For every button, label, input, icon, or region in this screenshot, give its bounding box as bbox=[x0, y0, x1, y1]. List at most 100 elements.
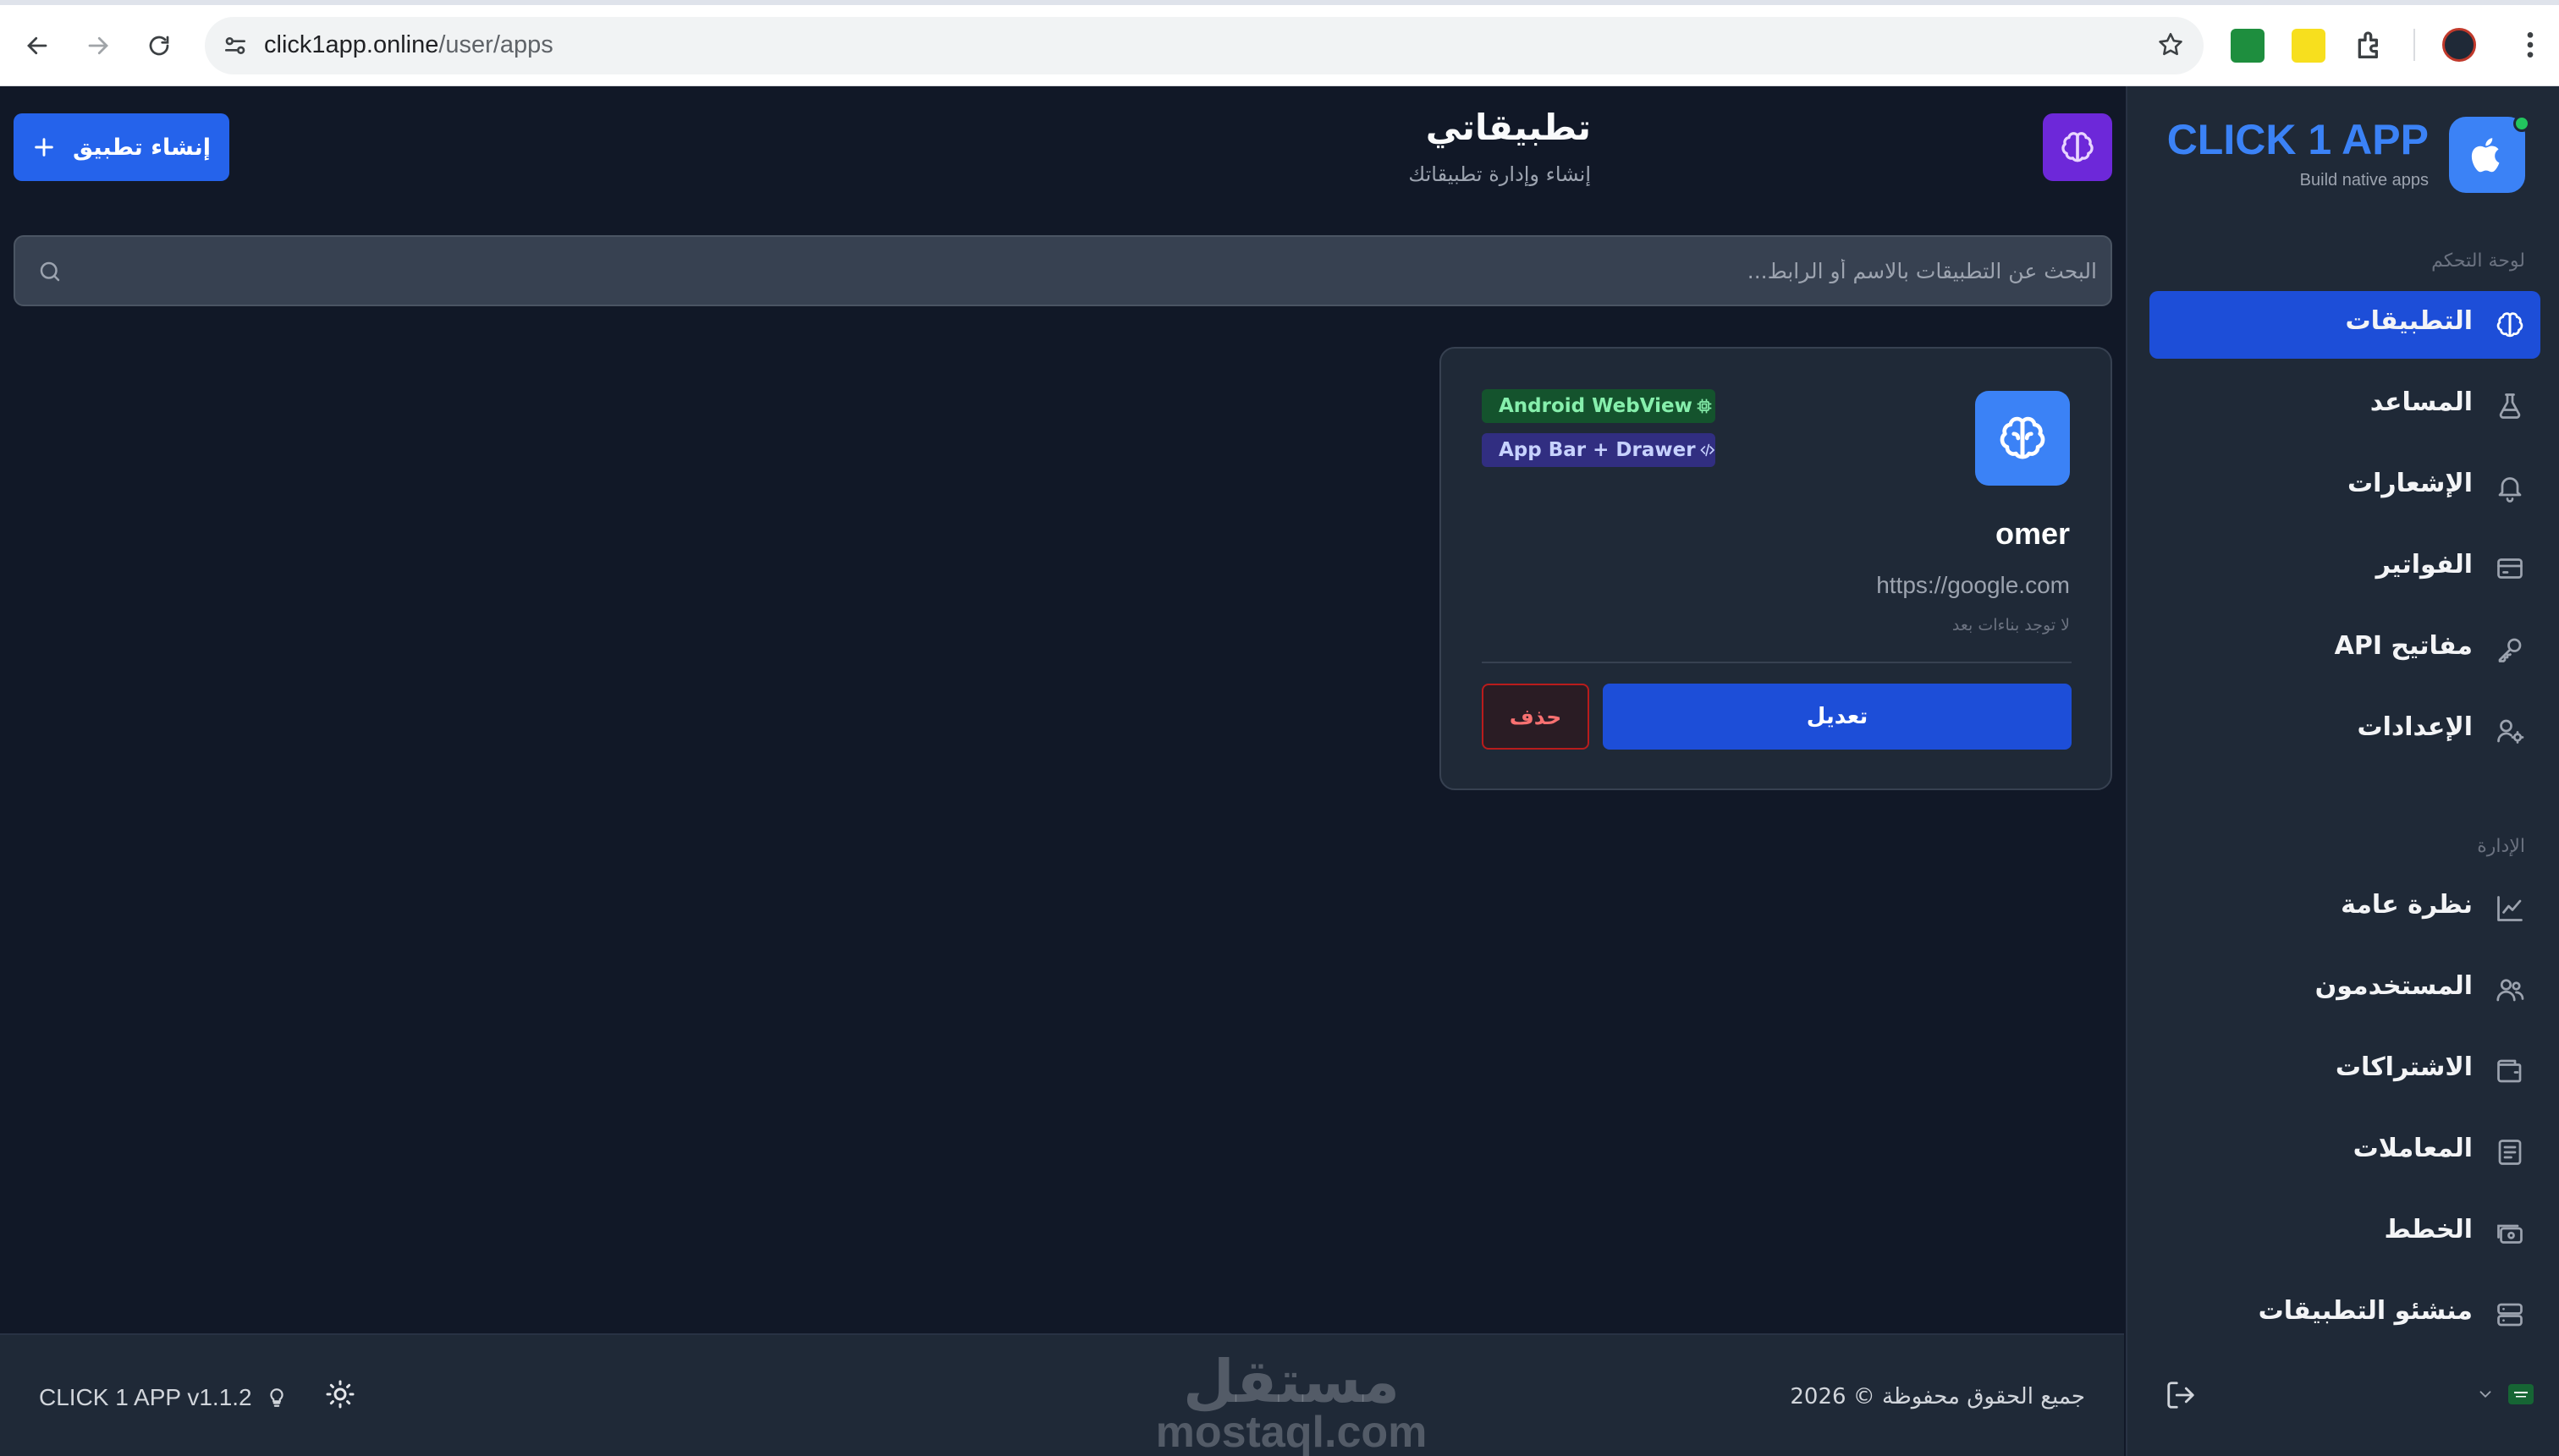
back-button[interactable] bbox=[17, 25, 58, 66]
sidebar-item-assistant[interactable]: المساعد bbox=[2149, 372, 2540, 440]
brain-icon bbox=[2000, 416, 2045, 459]
sidebar-item-label: المساعد bbox=[2369, 387, 2473, 417]
url-host: click1app.online bbox=[264, 31, 439, 58]
flag-icon bbox=[2508, 1384, 2534, 1404]
sidebar-item-label: الإعدادات bbox=[2357, 712, 2473, 742]
sidebar-item-label: المعاملات bbox=[2353, 1134, 2473, 1163]
delete-app-button[interactable]: حذف bbox=[1482, 684, 1589, 750]
logout-icon[interactable] bbox=[2165, 1379, 2197, 1411]
sidebar: CLICK 1 APP Build native apps لوحة التحك… bbox=[2126, 86, 2559, 1456]
extension-green-icon[interactable] bbox=[2231, 29, 2265, 63]
builds-status: لا توجد بناءات بعد bbox=[1951, 616, 2070, 635]
browser-menu-icon[interactable] bbox=[2513, 28, 2547, 62]
create-app-button[interactable]: إنشاء تطبيق bbox=[14, 113, 229, 181]
language-selector[interactable] bbox=[2476, 1384, 2534, 1404]
platform-badge-label: Android WebView bbox=[1499, 395, 1692, 417]
sidebar-item-notifications[interactable]: الإشعارات bbox=[2149, 453, 2540, 521]
sidebar-item-label: الاشتراكات bbox=[2335, 1052, 2473, 1082]
url-path: /user/apps bbox=[438, 31, 553, 58]
search-icon bbox=[40, 261, 60, 282]
tab-strip bbox=[0, 0, 2559, 5]
sidebar-item-overview[interactable]: نظرة عامة bbox=[2149, 875, 2540, 942]
sidebar-item-label: الخطط bbox=[2384, 1215, 2473, 1244]
app-root: إنشاء تطبيق تطبيقاتي إنشاء وإدارة تطبيقا… bbox=[0, 86, 2559, 1456]
copyright-text: جميع الحقوق محفوظة © 2026 bbox=[1790, 1384, 2085, 1409]
layout-badge: App Bar + Drawer bbox=[1482, 433, 1715, 467]
flask-icon bbox=[2499, 393, 2521, 419]
credit-card-icon bbox=[2497, 558, 2523, 579]
arrow-right-icon bbox=[88, 36, 108, 55]
app-card: Android WebView App Bar + Drawer omer ht… bbox=[1439, 347, 2112, 790]
sidebar-item-users[interactable]: المستخدمون bbox=[2149, 956, 2540, 1024]
url-text[interactable]: click1app.online/user/apps bbox=[264, 31, 553, 59]
brand-name: CLICK 1 APP bbox=[2166, 116, 2429, 163]
sidebar-item-label: مفاتيح API bbox=[2334, 631, 2473, 661]
apple-icon bbox=[2471, 138, 2500, 173]
app-search-input[interactable] bbox=[74, 237, 2097, 305]
wallet-icon bbox=[2497, 1059, 2522, 1083]
sidebar-item-label: الإشعارات bbox=[2347, 469, 2473, 498]
profile-avatar[interactable] bbox=[2442, 28, 2476, 62]
sidebar-item-label: منشئو التطبيقات bbox=[2258, 1296, 2473, 1326]
page-header-icon bbox=[2043, 113, 2112, 181]
sidebar-item-subscriptions[interactable]: الاشتراكات bbox=[2149, 1037, 2540, 1105]
receipt-icon bbox=[2498, 1140, 2522, 1165]
bookmark-star-icon[interactable] bbox=[2156, 30, 2185, 59]
sidebar-item-api-keys[interactable]: مفاتيح API bbox=[2149, 616, 2540, 684]
card-divider bbox=[1482, 662, 2072, 663]
brain-icon bbox=[2061, 132, 2094, 162]
app-name: omer bbox=[1995, 516, 2070, 551]
users-icon bbox=[2496, 979, 2524, 1002]
line-chart-icon bbox=[2497, 896, 2523, 921]
user-cog-icon bbox=[2497, 719, 2524, 744]
sidebar-item-apps[interactable]: التطبيقات bbox=[2149, 291, 2540, 359]
key-icon bbox=[2498, 638, 2522, 662]
browser-toolbar: click1app.online/user/apps bbox=[0, 0, 2559, 86]
sidebar-item-settings[interactable]: الإعدادات bbox=[2149, 697, 2540, 765]
banknote-icon bbox=[2497, 1224, 2523, 1244]
app-icon bbox=[1975, 391, 2070, 486]
bell-icon bbox=[2498, 477, 2522, 503]
extensions-puzzle-icon[interactable] bbox=[2353, 29, 2386, 63]
sidebar-item-label: الفواتير bbox=[2375, 550, 2473, 580]
toolbar-divider bbox=[2413, 29, 2415, 61]
version-label: CLICK 1 APP v1.1.2 bbox=[39, 1384, 252, 1410]
page-subtitle: إنشاء وإدارة تطبيقاتك bbox=[1408, 162, 1591, 186]
app-version: CLICK 1 APP v1.1.2 bbox=[39, 1384, 288, 1411]
theme-toggle-sun-icon[interactable] bbox=[325, 1379, 355, 1409]
page-title: تطبيقاتي bbox=[1425, 107, 1591, 148]
server-icon bbox=[2497, 1303, 2523, 1327]
main-content: إنشاء تطبيق تطبيقاتي إنشاء وإدارة تطبيقا… bbox=[0, 86, 2124, 1456]
brand-tagline: Build native apps bbox=[2299, 171, 2429, 190]
online-status-dot bbox=[2513, 115, 2530, 132]
reload-button[interactable] bbox=[139, 25, 179, 66]
code-icon bbox=[1699, 443, 1714, 457]
sidebar-item-label: المستخدمون bbox=[2314, 971, 2473, 1001]
arrow-left-icon bbox=[27, 36, 47, 55]
sidebar-item-plans[interactable]: الخطط bbox=[2149, 1200, 2540, 1267]
app-search-box[interactable] bbox=[14, 235, 2112, 306]
brand-logo[interactable] bbox=[2449, 117, 2525, 193]
edit-app-button[interactable]: تعديل bbox=[1603, 684, 2072, 750]
address-bar[interactable]: click1app.online/user/apps bbox=[205, 17, 2204, 74]
app-url: https://google.com bbox=[1876, 572, 2070, 598]
site-settings-icon[interactable] bbox=[222, 32, 249, 59]
extension-js-icon[interactable] bbox=[2292, 29, 2325, 63]
create-app-label: إنشاء تطبيق bbox=[72, 134, 212, 161]
chevron-down-icon bbox=[2479, 1391, 2491, 1398]
section-label-admin: الإدارة bbox=[2477, 836, 2525, 857]
sidebar-item-invoices[interactable]: الفواتير bbox=[2149, 535, 2540, 602]
reload-icon bbox=[149, 36, 169, 56]
sidebar-item-label: نظرة عامة bbox=[2341, 890, 2473, 920]
sidebar-item-app-builders[interactable]: منشئو التطبيقات bbox=[2149, 1281, 2540, 1349]
watermark-arabic: مستقل bbox=[1182, 1347, 1400, 1416]
forward-button[interactable] bbox=[78, 25, 118, 66]
sidebar-item-transactions[interactable]: المعاملات bbox=[2149, 1118, 2540, 1186]
platform-badge: Android WebView bbox=[1482, 389, 1715, 423]
mostaql-watermark: مستقل mostaql.com bbox=[1122, 1347, 1461, 1454]
brain-icon bbox=[2496, 312, 2523, 338]
footer: CLICK 1 APP v1.1.2 مستقل mostaql.com جمي… bbox=[0, 1333, 2124, 1456]
layout-badge-label: App Bar + Drawer bbox=[1499, 439, 1696, 461]
lightbulb-icon bbox=[270, 1388, 283, 1407]
section-label-dashboard: لوحة التحكم bbox=[2431, 250, 2525, 272]
